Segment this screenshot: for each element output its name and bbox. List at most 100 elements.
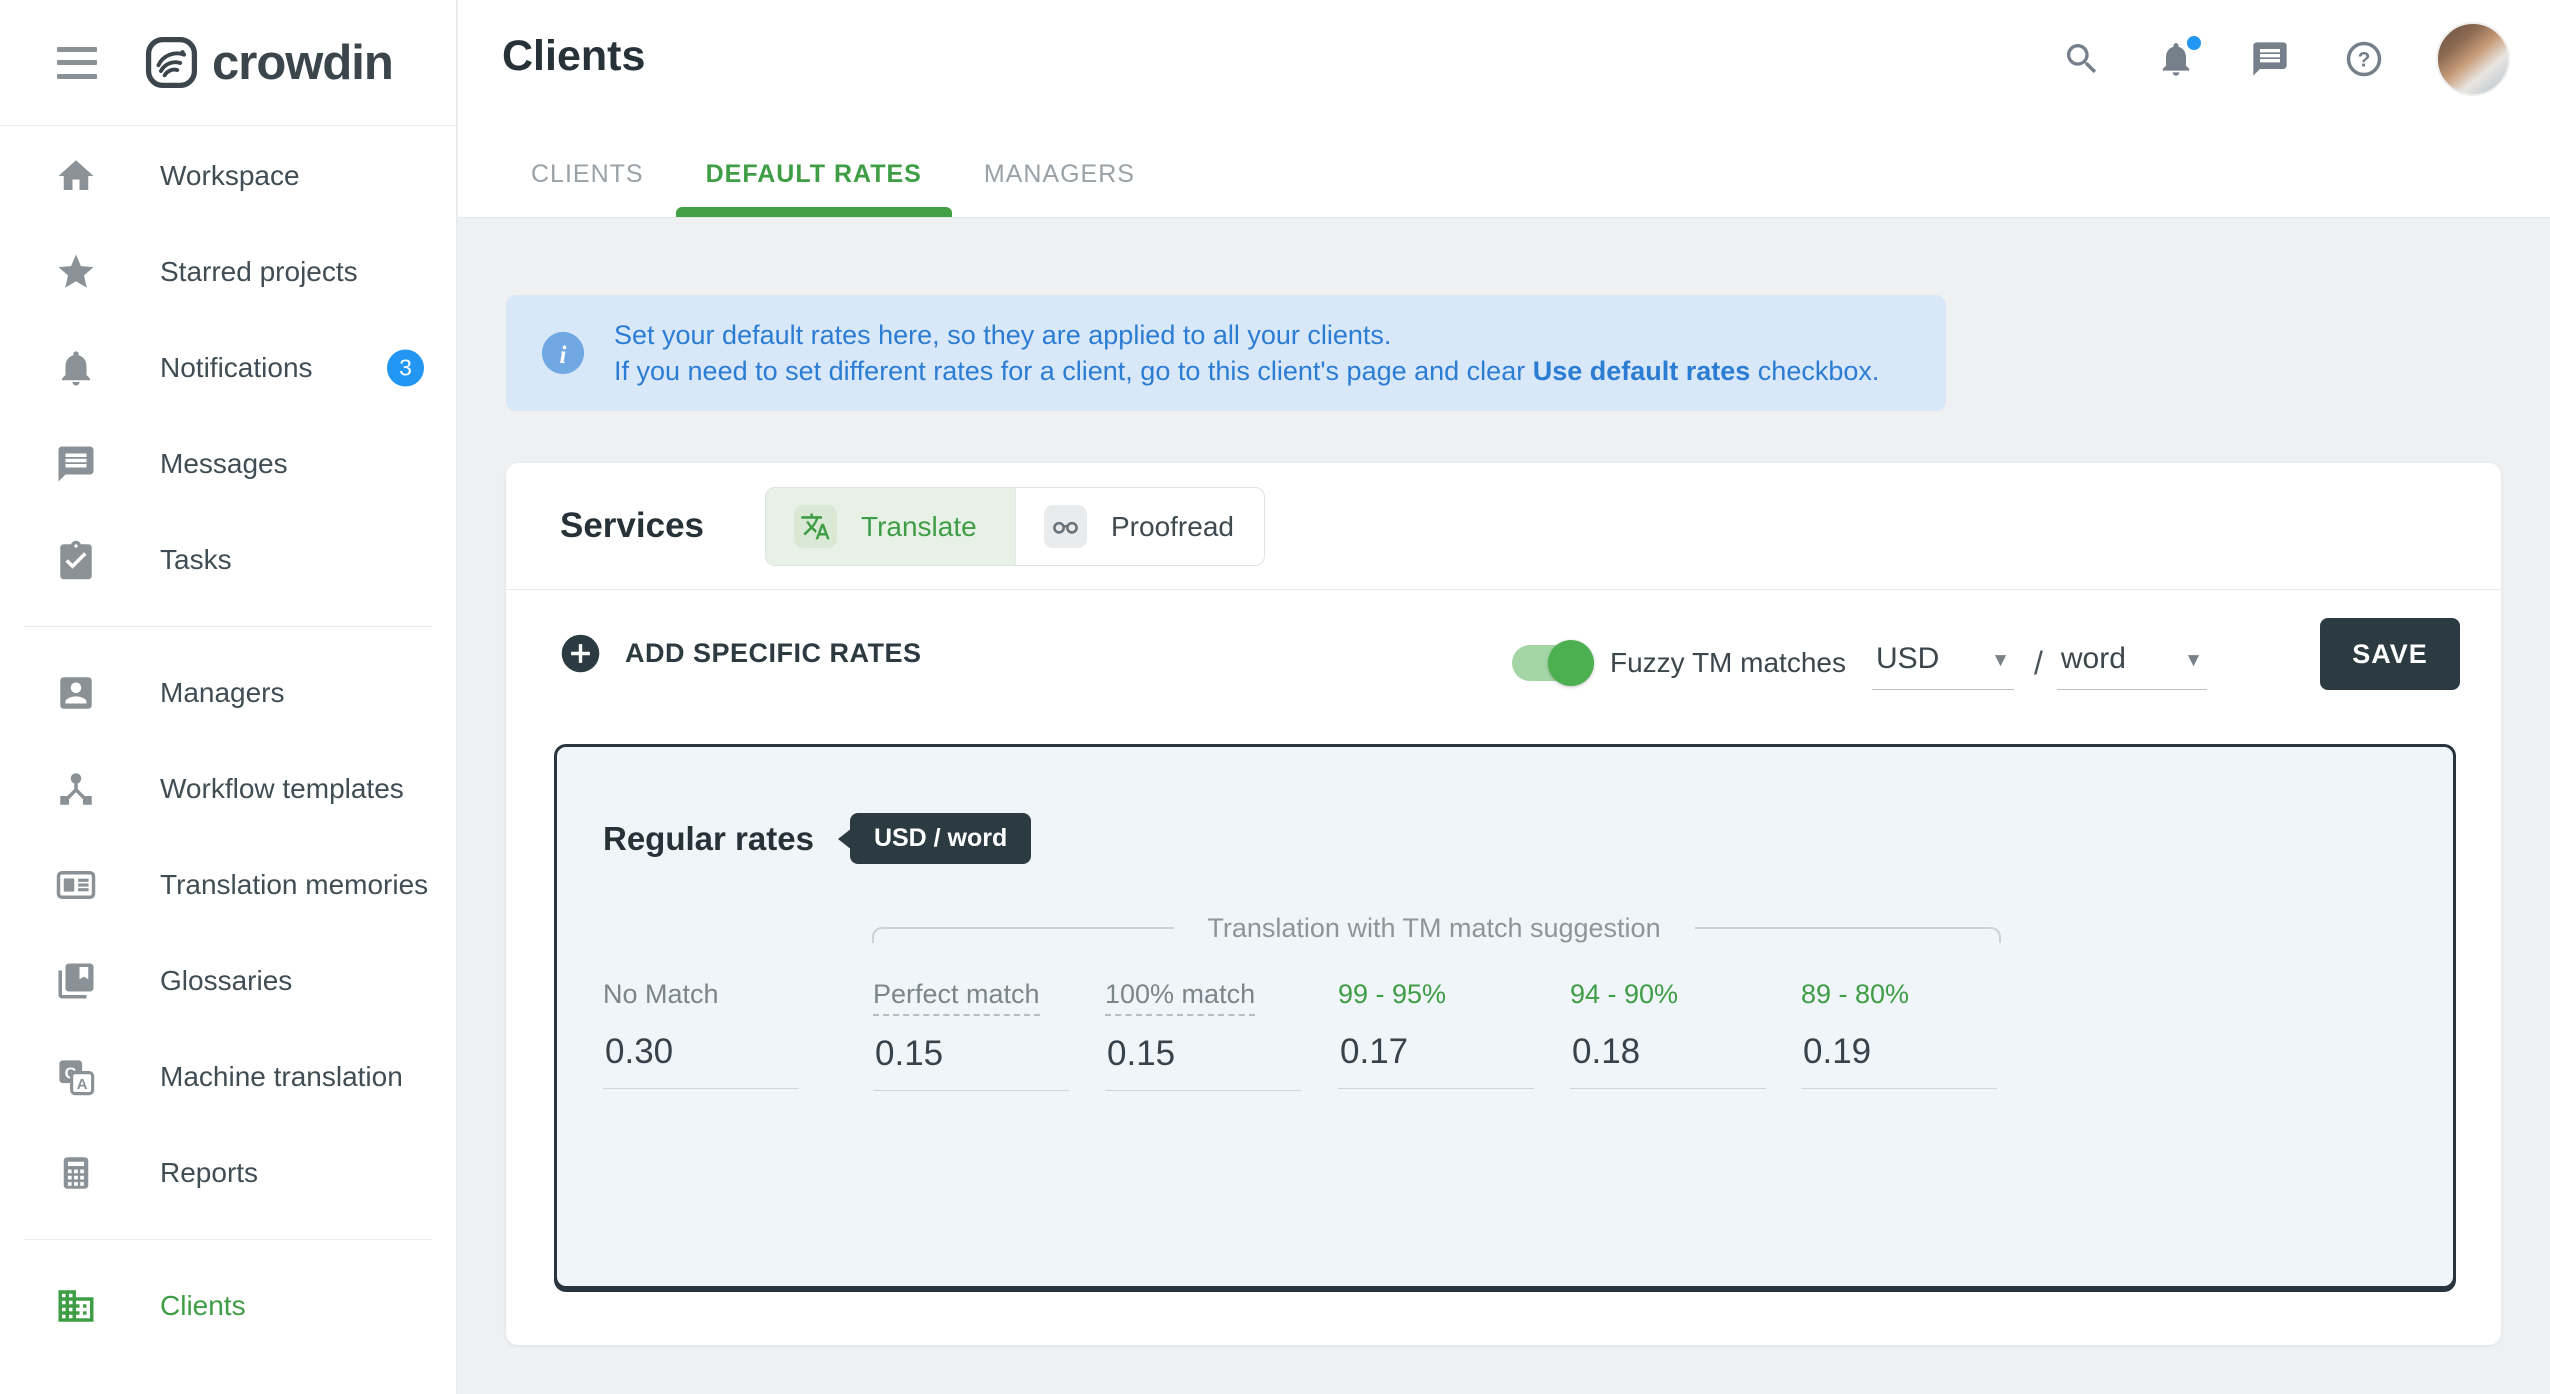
service-translate-button[interactable]: Translate <box>766 488 1015 565</box>
svg-text:?: ? <box>2358 49 2371 72</box>
help-icon: ? <box>2344 39 2384 79</box>
sidebar-item-workspace[interactable]: Workspace <box>0 128 456 224</box>
sidebar-item-machine-translation[interactable]: G A Machine translation <box>0 1029 456 1125</box>
sidebar: crowdin Workspace Starred projects Notif… <box>0 0 457 1394</box>
rate-label[interactable]: Perfect match <box>873 979 1040 1016</box>
tm-bracket-label: Translation with TM match suggestion <box>1192 913 1676 944</box>
proofread-icon-tile <box>1044 505 1087 548</box>
add-specific-rates-label: ADD SPECIFIC RATES <box>625 638 922 669</box>
notifications-button[interactable] <box>2154 37 2198 81</box>
use-default-rates-emphasis: Use default rates <box>1533 356 1751 386</box>
topbar-icons: ? <box>2060 22 2510 96</box>
rate-column-100-match: 100% match 0.15 <box>1105 979 1305 1091</box>
sidebar-item-translation-memories[interactable]: Translation memories <box>0 837 456 933</box>
sidebar-item-label: Workflow templates <box>160 773 404 805</box>
services-row: Services Translate <box>506 463 2501 590</box>
translate-icon-tile <box>794 505 837 548</box>
unit-value: word <box>2061 642 2126 675</box>
rate-label: No Match <box>603 979 719 1014</box>
sidebar-item-reports[interactable]: Reports <box>0 1125 456 1221</box>
sidebar-item-tasks[interactable]: Tasks <box>0 512 456 608</box>
sidebar-item-label: Glossaries <box>160 965 292 997</box>
sidebar-nav: Workspace Starred projects Notifications… <box>0 126 456 1354</box>
content-area: i Set your default rates here, so they a… <box>458 219 2550 1394</box>
unit-badge-tooltip: USD / word <box>850 813 1031 864</box>
rate-input[interactable]: 0.18 <box>1570 1030 1766 1089</box>
service-proofread-button[interactable]: Proofread <box>1015 488 1264 565</box>
sidebar-item-label: Translation memories <box>160 869 428 901</box>
sidebar-item-label: Reports <box>160 1157 258 1189</box>
rate-input[interactable]: 0.30 <box>603 1030 799 1089</box>
help-button[interactable]: ? <box>2342 37 2386 81</box>
currency-select[interactable]: USD ▼ <box>1872 636 2014 690</box>
glasses-icon <box>1050 511 1081 542</box>
clients-building-icon <box>55 1285 97 1327</box>
tab-bar: CLIENTS DEFAULT RATES MANAGERS <box>531 160 1135 217</box>
rates-settings: Fuzzy TM matches USD ▼ / word ▼ <box>1512 636 2207 690</box>
svg-text:i: i <box>560 342 567 369</box>
rate-column-89-80: 89 - 80% 0.19 <box>1801 979 2001 1089</box>
info-banner-text: Set your default rates here, so they are… <box>614 317 1879 389</box>
sidebar-divider <box>24 1239 432 1240</box>
sidebar-item-label: Clients <box>160 1290 246 1322</box>
tab-clients[interactable]: CLIENTS <box>531 160 644 217</box>
rate-input[interactable]: 0.17 <box>1338 1030 1534 1089</box>
regular-rates-header: Regular rates USD / word <box>603 813 1031 864</box>
plus-icon <box>560 633 601 674</box>
rate-input[interactable]: 0.15 <box>1105 1032 1301 1091</box>
sidebar-item-managers[interactable]: Managers <box>0 645 456 741</box>
sidebar-item-label: Workspace <box>160 160 300 192</box>
sidebar-item-notifications[interactable]: Notifications 3 <box>0 320 456 416</box>
tm-bracket-left <box>872 927 1174 943</box>
proofread-label: Proofread <box>1111 511 1234 543</box>
rate-column-no-match: No Match 0.30 <box>603 979 803 1089</box>
add-specific-rates-button[interactable]: ADD SPECIFIC RATES <box>560 633 922 674</box>
rate-column-perfect-match: Perfect match 0.15 <box>873 979 1073 1091</box>
reports-icon <box>55 1152 97 1194</box>
fuzzy-tm-toggle[interactable] <box>1512 645 1590 681</box>
default-rates-card: Services Translate <box>506 463 2501 1345</box>
crowdin-logo[interactable]: crowdin <box>144 35 393 91</box>
notifications-count-badge: 3 <box>387 350 424 387</box>
unit-select[interactable]: word ▼ <box>2057 636 2207 690</box>
rate-input[interactable]: 0.15 <box>873 1032 1069 1091</box>
search-button[interactable] <box>2060 37 2104 81</box>
save-button[interactable]: SAVE <box>2320 618 2460 690</box>
rates-toolbar: ADD SPECIFIC RATES Fuzzy TM matches USD … <box>506 590 2501 740</box>
brand-name: crowdin <box>212 35 393 91</box>
star-icon <box>55 251 97 293</box>
sidebar-item-glossaries[interactable]: Glossaries <box>0 933 456 1029</box>
toggle-knob <box>1548 640 1594 686</box>
translate-icon <box>800 511 831 542</box>
chevron-down-icon: ▼ <box>1991 650 2010 672</box>
rate-column-94-90: 94 - 90% 0.18 <box>1570 979 1770 1089</box>
main-area: Clients ? <box>458 0 2550 1394</box>
tab-default-rates[interactable]: DEFAULT RATES <box>706 160 922 217</box>
info-line-1: Set your default rates here, so they are… <box>614 317 1879 353</box>
search-icon <box>2062 39 2102 79</box>
rate-label[interactable]: 100% match <box>1105 979 1255 1016</box>
rate-input[interactable]: 0.19 <box>1801 1030 1997 1089</box>
hamburger-menu-icon[interactable] <box>57 47 97 79</box>
topbar: Clients ? <box>458 0 2550 218</box>
workflow-icon <box>55 768 97 810</box>
currency-value: USD <box>1876 642 1939 675</box>
home-icon <box>55 155 97 197</box>
notification-dot <box>2184 33 2204 53</box>
sidebar-item-workflow-templates[interactable]: Workflow templates <box>0 741 456 837</box>
user-avatar[interactable] <box>2436 22 2510 96</box>
regular-rates-panel: Regular rates USD / word Translation wit… <box>554 744 2456 1289</box>
rate-label: 89 - 80% <box>1801 979 1909 1014</box>
sidebar-item-clients[interactable]: Clients <box>0 1258 456 1354</box>
per-separator: / <box>2034 645 2043 682</box>
sidebar-item-messages[interactable]: Messages <box>0 416 456 512</box>
bell-icon <box>55 347 97 389</box>
tab-managers[interactable]: MANAGERS <box>984 160 1135 217</box>
sidebar-item-starred-projects[interactable]: Starred projects <box>0 224 456 320</box>
crowdin-logo-icon <box>144 35 199 90</box>
chat-icon <box>55 443 97 485</box>
sidebar-item-label: Messages <box>160 448 288 480</box>
regular-rates-title: Regular rates <box>603 820 814 858</box>
glossaries-icon <box>55 960 97 1002</box>
messages-button[interactable] <box>2248 37 2292 81</box>
